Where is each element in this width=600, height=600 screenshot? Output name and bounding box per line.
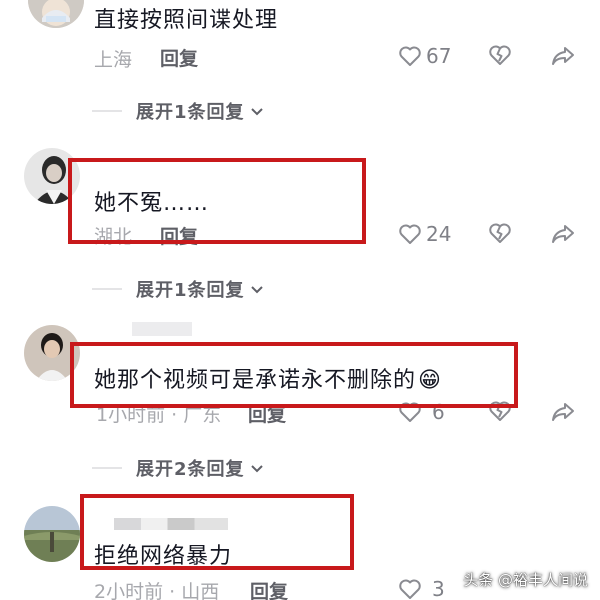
divider-line: [92, 288, 122, 290]
chevron-down-icon: [250, 108, 263, 116]
like-count: 67: [426, 44, 452, 68]
dislike-button[interactable]: [488, 44, 512, 66]
highlight-box: [80, 494, 354, 570]
share-icon: [552, 403, 574, 421]
share-button[interactable]: [551, 401, 575, 423]
heart-icon: [399, 46, 421, 66]
comment-time-location: 2小时前 · 山西: [94, 581, 220, 600]
expand-replies-label: 展开2条回复: [136, 459, 245, 480]
divider-line: [92, 110, 122, 112]
expand-replies-label: 展开1条回复: [136, 102, 245, 123]
divider-line: [92, 467, 122, 469]
like-button[interactable]: 24: [398, 222, 451, 246]
comment-location: 上海: [94, 49, 133, 71]
chevron-down-icon: [250, 465, 263, 473]
dislike-heart-icon: [489, 45, 511, 65]
watermark: 头条 @裕丰人间说: [463, 571, 588, 589]
chevron-down-icon: [250, 286, 263, 294]
highlight-box: [68, 158, 366, 244]
avatar[interactable]: [28, 0, 84, 28]
share-button[interactable]: [551, 45, 575, 67]
dislike-button[interactable]: [488, 222, 512, 244]
like-count: 24: [426, 222, 452, 246]
heart-icon: [399, 224, 421, 244]
share-button[interactable]: [551, 223, 575, 245]
like-button[interactable]: 67: [398, 44, 451, 68]
expand-replies-label: 展开1条回复: [136, 280, 245, 301]
share-icon: [552, 225, 574, 243]
reply-button[interactable]: 回复: [250, 577, 288, 600]
comment-text: 直接按照间谍处理: [94, 8, 279, 33]
like-count: 3: [432, 577, 445, 600]
highlight-box: [70, 342, 518, 408]
dislike-heart-icon: [489, 223, 511, 243]
blurred-username: [132, 322, 192, 336]
expand-replies-button[interactable]: 展开2条回复: [92, 455, 265, 481]
expand-replies-button[interactable]: 展开1条回复: [92, 98, 265, 124]
expand-replies-button[interactable]: 展开1条回复: [92, 276, 265, 302]
like-button[interactable]: 3: [398, 577, 445, 600]
avatar[interactable]: [24, 506, 80, 562]
reply-button[interactable]: 回复: [160, 44, 198, 71]
heart-icon: [399, 579, 421, 599]
share-icon: [552, 47, 574, 65]
